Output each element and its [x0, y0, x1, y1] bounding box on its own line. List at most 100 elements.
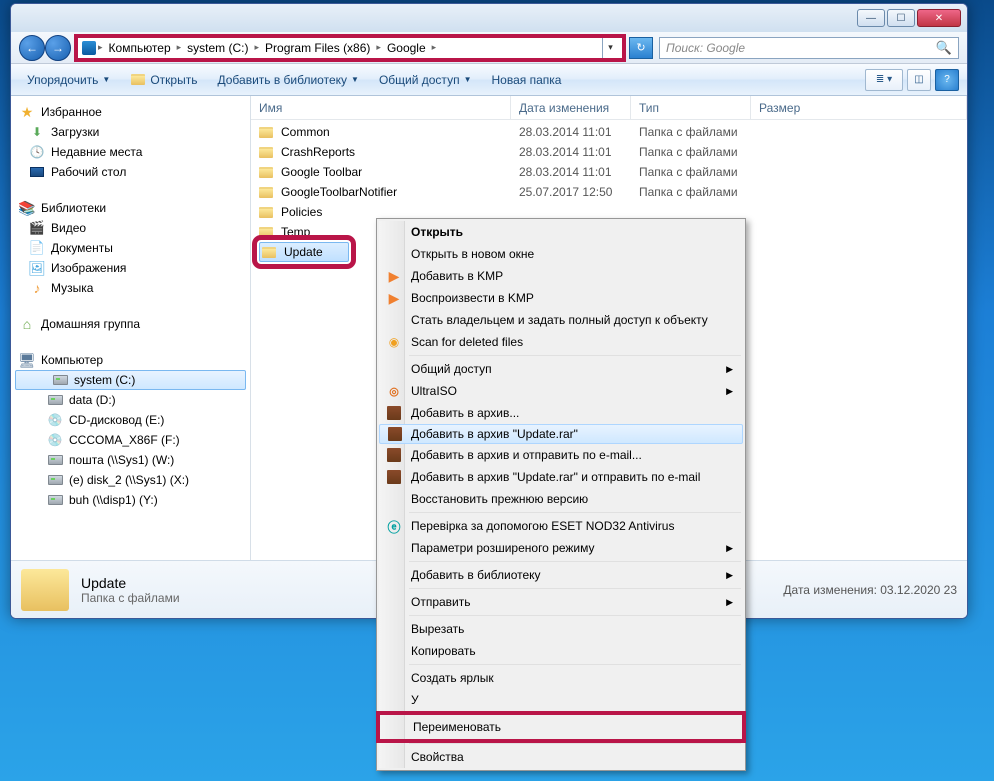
sidebar-libraries-header[interactable]: 📚Библиотеки [11, 198, 250, 218]
new-folder-button[interactable]: Новая папка [483, 70, 569, 90]
cm-properties[interactable]: Свойства [379, 746, 743, 768]
refresh-button[interactable]: ↻ [629, 37, 653, 59]
cm-restore-previous[interactable]: Восстановить прежнюю версию [379, 488, 743, 510]
sidebar-homegroup[interactable]: ⌂Домашняя группа [11, 314, 250, 334]
sidebar-item-net-y[interactable]: buh (\\disp1) (Y:) [11, 490, 250, 510]
share-button[interactable]: Общий доступ▼ [371, 70, 480, 90]
view-mode-button[interactable]: ≣ ▾ [865, 69, 903, 91]
minimize-button[interactable]: — [857, 9, 885, 27]
sidebar-favorites-header[interactable]: ★Избранное [11, 102, 250, 122]
cm-open[interactable]: Открыть [379, 221, 743, 243]
breadcrumb-item[interactable]: Компьютер [105, 38, 175, 58]
cm-add-rar[interactable]: Добавить в архив "Update.rar" [379, 424, 743, 444]
sidebar-item-system-c[interactable]: system (C:) [15, 370, 246, 390]
recent-icon: 🕓 [29, 144, 45, 160]
network-drive-icon [47, 472, 63, 488]
folder-icon [259, 207, 273, 218]
breadcrumb-bar[interactable]: ▸ Компьютер ▸ system (C:) ▸ Program File… [77, 37, 623, 59]
file-row[interactable]: Google Toolbar28.03.2014 11:01Папка с фа… [251, 162, 967, 182]
sidebar-item-pictures[interactable]: 🖼Изображения [11, 258, 250, 278]
cm-add-library[interactable]: Добавить в библиотеку▶ [379, 564, 743, 586]
cm-copy[interactable]: Копировать [379, 640, 743, 662]
homegroup-icon: ⌂ [19, 316, 35, 332]
add-library-button[interactable]: Добавить в библиотеку▼ [209, 70, 366, 90]
breadcrumb-item[interactable]: Program Files (x86) [261, 38, 374, 58]
organize-button[interactable]: Упорядочить▼ [19, 70, 118, 90]
status-desc: Папка с файлами [81, 591, 180, 605]
context-menu: Открыть Открыть в новом окне ▶Добавить в… [376, 218, 746, 771]
submenu-arrow-icon: ▶ [726, 570, 733, 581]
cm-delete[interactable]: У [379, 689, 743, 711]
nav-row: ← → ▸ Компьютер ▸ system (C:) ▸ Program … [11, 32, 967, 64]
sidebar-computer-header[interactable]: 🖥Компьютер [11, 350, 250, 370]
cm-create-shortcut[interactable]: Создать ярлык [379, 667, 743, 689]
breadcrumb-item[interactable]: Google [383, 38, 430, 58]
cm-scan-deleted[interactable]: ◉Scan for deleted files [379, 331, 743, 353]
column-date[interactable]: Дата изменения [511, 96, 631, 119]
network-drive-icon [47, 492, 63, 508]
column-name[interactable]: Имя [251, 96, 511, 119]
submenu-arrow-icon: ▶ [726, 543, 733, 554]
column-type[interactable]: Тип [631, 96, 751, 119]
cm-cut[interactable]: Вырезать [379, 618, 743, 640]
kmp-icon: ▶ [385, 267, 403, 285]
sidebar-item-music[interactable]: ♪Музыка [11, 278, 250, 298]
sidebar-item-data-d[interactable]: data (D:) [11, 390, 250, 410]
search-icon: 🔍 [936, 40, 952, 56]
chevron-right-icon: ▸ [98, 42, 103, 53]
cm-ultraiso[interactable]: ◎UltraISO▶ [379, 380, 743, 402]
cm-add-rar-mail[interactable]: Добавить в архив "Update.rar" и отправит… [379, 466, 743, 488]
sidebar-item-net-w[interactable]: пошта (\\Sys1) (W:) [11, 450, 250, 470]
column-size[interactable]: Размер [751, 96, 967, 119]
maximize-button[interactable]: ☐ [887, 9, 915, 27]
sidebar-item-video[interactable]: 🎬Видео [11, 218, 250, 238]
recuva-icon: ◉ [385, 333, 403, 351]
back-button[interactable]: ← [19, 35, 45, 61]
sidebar-item-documents[interactable]: 📄Документы [11, 238, 250, 258]
rar-icon [386, 425, 404, 443]
sidebar-item-recent[interactable]: 🕓Недавние места [11, 142, 250, 162]
preview-pane-button[interactable]: ◫ [907, 69, 931, 91]
cm-add-archive-mail[interactable]: Добавить в архив и отправить по e-mail..… [379, 444, 743, 466]
breadcrumb-dropdown[interactable]: ▾ [602, 38, 618, 58]
open-button[interactable]: Открыть [122, 69, 205, 91]
status-meta: Дата изменения: 03.12.2020 23 [783, 583, 957, 597]
title-bar: — ☐ ✕ [11, 4, 967, 32]
file-row[interactable]: Common28.03.2014 11:01Папка с файлами [251, 122, 967, 142]
breadcrumb-item[interactable]: system (C:) [183, 38, 252, 58]
help-button[interactable]: ? [935, 69, 959, 91]
search-input[interactable]: Поиск: Google 🔍 [659, 37, 959, 59]
star-icon: ★ [19, 104, 35, 120]
sidebar-item-cccoma-f[interactable]: 💿CCCOMA_X86F (F:) [11, 430, 250, 450]
cm-share[interactable]: Общий доступ▶ [379, 358, 743, 380]
chevron-right-icon: ▸ [376, 42, 381, 53]
cd-icon: 💿 [47, 412, 63, 428]
cm-add-archive[interactable]: Добавить в архив... [379, 402, 743, 424]
status-folder-icon [21, 569, 69, 611]
column-headers: Имя Дата изменения Тип Размер [251, 96, 967, 120]
sidebar-item-desktop[interactable]: Рабочий стол [11, 162, 250, 182]
rar-icon [385, 404, 403, 422]
sidebar-item-net-x[interactable]: (e) disk_2 (\\Sys1) (X:) [11, 470, 250, 490]
folder-icon [259, 167, 273, 178]
computer-icon: 🖥 [19, 352, 35, 368]
cm-open-new-window[interactable]: Открыть в новом окне [379, 243, 743, 265]
sidebar-item-cd-e[interactable]: 💿CD-дисковод (E:) [11, 410, 250, 430]
cd-icon: 💿 [47, 432, 63, 448]
file-row[interactable]: GoogleToolbarNotifier25.07.2017 12:50Пап… [251, 182, 967, 202]
cm-eset-advanced[interactable]: Параметри розширеного режиму▶ [379, 537, 743, 559]
cm-add-kmp[interactable]: ▶Добавить в KMP [379, 265, 743, 287]
cm-take-ownership[interactable]: Стать владельцем и задать полный доступ … [379, 309, 743, 331]
document-icon: 📄 [29, 240, 45, 256]
toolbar: Упорядочить▼ Открыть Добавить в библиоте… [11, 64, 967, 96]
cm-play-kmp[interactable]: ▶Воспроизвести в KMP [379, 287, 743, 309]
close-button[interactable]: ✕ [917, 9, 961, 27]
file-row-update[interactable]: Update [259, 242, 349, 262]
cm-rename[interactable]: Переименовать [381, 716, 741, 738]
cm-send-to[interactable]: Отправить▶ [379, 591, 743, 613]
sidebar-item-downloads[interactable]: ⬇Загрузки [11, 122, 250, 142]
forward-button[interactable]: → [45, 35, 71, 61]
submenu-arrow-icon: ▶ [726, 597, 733, 608]
cm-eset-scan[interactable]: ⓔПеревірка за допомогою ESET NOD32 Antiv… [379, 515, 743, 537]
file-row[interactable]: CrashReports28.03.2014 11:01Папка с файл… [251, 142, 967, 162]
